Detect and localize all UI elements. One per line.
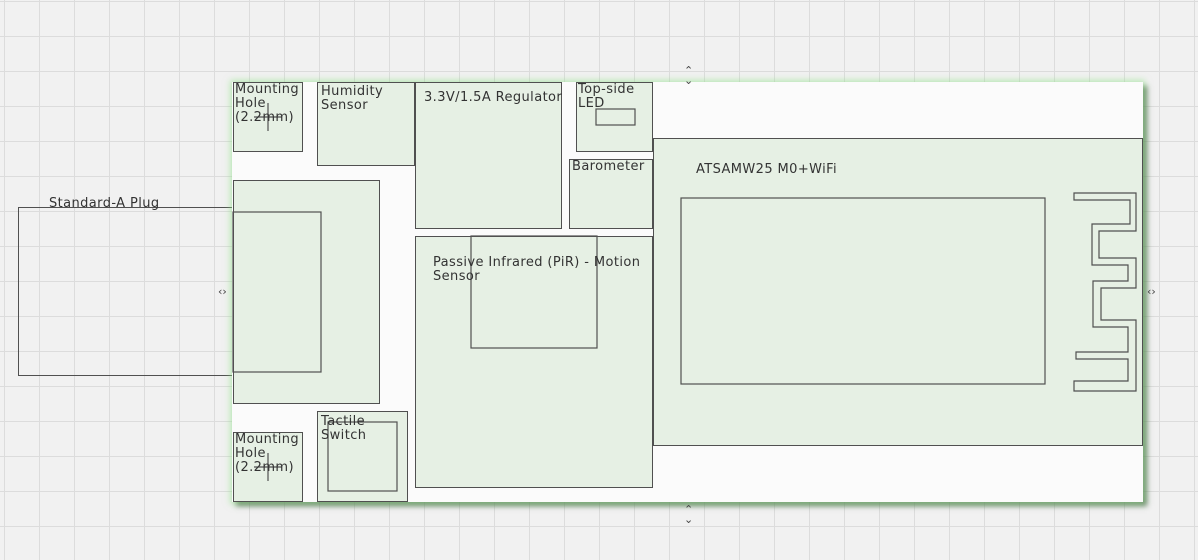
usb-inner-outline: [232, 211, 322, 373]
barometer-label: Barometer: [572, 159, 645, 174]
led-body: [595, 108, 636, 126]
pir-lens-outline: [470, 235, 598, 349]
atsamw25-label: ATSAMW25 M0+WiFi: [696, 162, 838, 177]
humidity-sensor-label: Humidity Sensor: [321, 84, 384, 113]
pir-label: Passive Infrared (PiR) - Motion Sensor: [433, 255, 641, 284]
led-label: Top-side LED: [578, 82, 635, 111]
mounting-hole-bottom-label: Mounting Hole (2.2mm): [235, 432, 300, 475]
tactile-switch-label: Tactile Switch: [321, 414, 367, 443]
regulator-label: 3.3V/1.5A Regulator: [424, 90, 563, 105]
module-shield-outline: [680, 197, 1046, 385]
wifi-antenna-trace: [1073, 192, 1137, 392]
mounting-hole-top-label: Mounting Hole (2.2mm): [235, 82, 300, 125]
